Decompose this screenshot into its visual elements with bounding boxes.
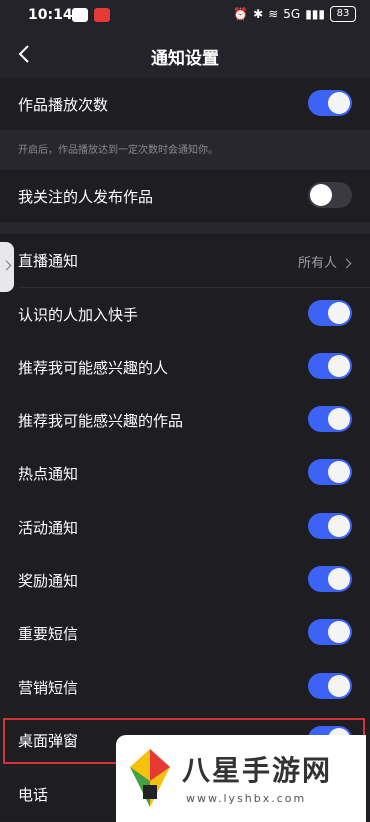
live-value-text: 所有人 [297,256,337,271]
setting-label: 作品播放次数 [18,96,109,114]
hot-toggle[interactable] [308,459,352,485]
wifi-icon: ≋ [268,7,279,21]
setting-row-recommend-people: 推荐我可能感兴趣的人 [0,341,370,393]
setting-row-activity: 活动通知 [0,501,370,553]
reward-toggle[interactable] [308,566,352,592]
live-value: 所有人 [297,252,352,271]
toggle-knob [328,302,350,324]
watermark-url: www.lyshbx.com [186,792,307,805]
page-title: 通知设置 [151,49,219,69]
setting-label: 我关注的人发布作品 [18,188,154,206]
setting-row-marketing-sms: 营销短信 [0,661,370,713]
toggle-knob [328,675,350,697]
setting-row-recommend-works: 推荐我可能感兴趣的作品 [0,394,370,446]
signal-label: 5G [283,7,301,21]
setting-label: 重要短信 [18,625,79,643]
setting-label: 直播通知 [18,252,79,270]
toggle-knob [310,184,332,206]
setting-label: 电话 [18,786,49,804]
recommend-works-toggle[interactable] [308,406,352,432]
status-bar: 10:14 ⏰ ✱ ≋ 5G ▮▮▮ 83 [0,0,370,32]
marketing-sms-toggle[interactable] [308,673,352,699]
chevron-right-icon [341,258,352,269]
setting-row-followed-posts: 我关注的人发布作品 [0,170,370,222]
setting-label: 奖励通知 [18,572,79,590]
setting-row-friends-join: 认识的人加入快手 [0,288,370,340]
toggle-knob [328,355,350,377]
header: 通知设置 [0,32,370,78]
toggle-knob [328,92,350,114]
toggle-knob [328,408,350,430]
toggle-knob [328,621,350,643]
activity-toggle[interactable] [308,513,352,539]
setting-label: 认识的人加入快手 [18,306,139,324]
setting-row-live[interactable]: 直播通知 所有人 [0,234,370,286]
signal-icon: ▮▮▮ [305,7,325,21]
app-notification-icon [94,8,110,22]
watermark-name: 八星手游网 [182,754,333,787]
toggle-knob [328,461,350,483]
status-time: 10:14 [28,7,73,23]
watermark: 八星手游网 www.lyshbx.com [116,735,366,822]
setting-label: 热点通知 [18,465,79,483]
friends-join-toggle[interactable] [308,300,352,326]
notification-icons [72,8,110,22]
section-gap [0,222,370,234]
followed-posts-toggle[interactable] [308,182,352,208]
setting-label: 推荐我可能感兴趣的作品 [18,412,184,430]
toggle-knob [328,568,350,590]
setting-label: 营销短信 [18,679,79,697]
chevron-right-icon [1,260,12,271]
battery-icon: 83 [330,6,356,22]
setting-row-play-count: 作品播放次数 [0,78,370,130]
alarm-icon: ⏰ [233,7,249,21]
setting-row-important-sms: 重要短信 [0,607,370,659]
setting-row-hot: 热点通知 [0,447,370,499]
wechat-icon [72,8,88,22]
status-right: ⏰ ✱ ≋ 5G ▮▮▮ 83 [233,6,356,22]
setting-label: 推荐我可能感兴趣的人 [18,359,169,377]
play-count-toggle[interactable] [308,90,352,116]
setting-label: 桌面弹窗 [18,732,79,750]
bluetooth-icon: ✱ [253,7,264,21]
setting-row-reward: 奖励通知 [0,554,370,606]
setting-label: 活动通知 [18,519,79,537]
side-drawer-handle[interactable] [0,242,14,292]
recommend-people-toggle[interactable] [308,353,352,379]
hint-text: 开启后，作品播放达到一定次数时会通知你。 [18,145,218,156]
important-sms-toggle[interactable] [308,619,352,645]
toggle-knob [328,515,350,537]
watermark-logo-icon [130,749,170,807]
